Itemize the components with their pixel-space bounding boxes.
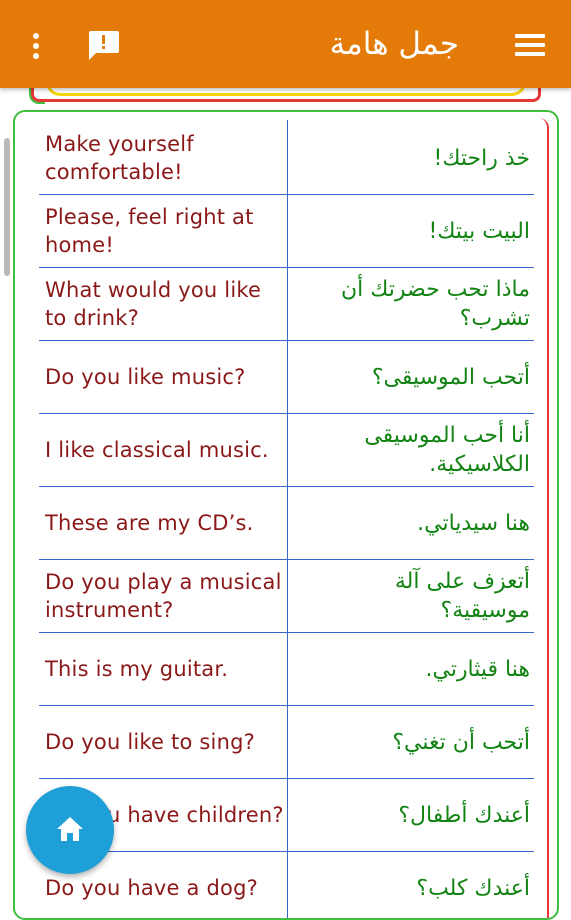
- scrollbar[interactable]: [4, 138, 10, 276]
- english-phrase: I like classical music.: [45, 438, 269, 462]
- english-phrase: What would you like to drink?: [45, 278, 262, 330]
- arabic-phrase: أعندك أطفال؟: [398, 802, 530, 828]
- arabic-phrase: البيت بيتك!: [428, 218, 530, 244]
- arabic-phrase: ماذا تحب حضرتك أن تشرب؟: [340, 277, 530, 331]
- arabic-phrase: هنا قيثارتي.: [425, 656, 530, 682]
- arabic-phrase: أتحب أن تغني؟: [392, 729, 530, 755]
- english-phrase: These are my CD’s.: [45, 511, 254, 535]
- phrase-list: Make yourself comfortable! خذ راحتك! Ple…: [39, 122, 534, 918]
- english-phrase: Make yourself comfortable!: [45, 132, 194, 184]
- arabic-phrase: خذ راحتك!: [433, 145, 530, 171]
- home-button[interactable]: [26, 786, 114, 874]
- arabic-phrase: هنا سيدياتي.: [417, 510, 530, 536]
- phrase-row[interactable]: Do you have children? أعندك أطفال؟: [39, 779, 534, 852]
- english-phrase: Do you like to sing?: [45, 730, 255, 754]
- phrase-row[interactable]: Do you like to sing? أتحب أن تغني؟: [39, 706, 534, 779]
- feedback-icon[interactable]: [86, 29, 120, 61]
- arabic-phrase: أتعزف على آلة موسيقية؟: [394, 569, 530, 623]
- arabic-phrase: أنا أحب الموسيقى الكلاسيكية.: [364, 423, 530, 477]
- phrase-row[interactable]: Do you play a musical instrument? أتعزف …: [39, 560, 534, 633]
- home-icon: [57, 817, 83, 841]
- page-title: جمل هامة: [329, 26, 459, 62]
- phrase-row[interactable]: I like classical music. أنا أحب الموسيقى…: [39, 414, 534, 487]
- phrase-row[interactable]: This is my guitar. هنا قيثارتي.: [39, 633, 534, 706]
- arabic-phrase: أعندك كلب؟: [416, 875, 530, 901]
- app-bar: جمل هامة: [0, 0, 571, 88]
- phrase-row[interactable]: These are my CD’s. هنا سيدياتي.: [39, 487, 534, 560]
- english-phrase: This is my guitar.: [45, 657, 229, 681]
- english-phrase: Do you like music?: [45, 365, 246, 389]
- phrase-row[interactable]: What would you like to drink? ماذا تحب ح…: [39, 268, 534, 341]
- more-vert-icon[interactable]: [30, 33, 40, 59]
- phrase-row[interactable]: Do you like music? أتحب الموسيقى؟: [39, 341, 534, 414]
- phrase-row[interactable]: Please, feel right at home! البيت بيتك!: [39, 195, 534, 268]
- phrase-row[interactable]: Make yourself comfortable! خذ راحتك!: [39, 122, 534, 195]
- arabic-phrase: أتحب الموسيقى؟: [371, 364, 530, 390]
- english-phrase: Please, feel right at home!: [45, 205, 254, 257]
- hamburger-menu-icon[interactable]: [515, 34, 545, 56]
- phrase-row[interactable]: Do you have a dog? أعندك كلب؟: [39, 852, 534, 918]
- english-phrase: Do you play a musical instrument?: [45, 570, 282, 622]
